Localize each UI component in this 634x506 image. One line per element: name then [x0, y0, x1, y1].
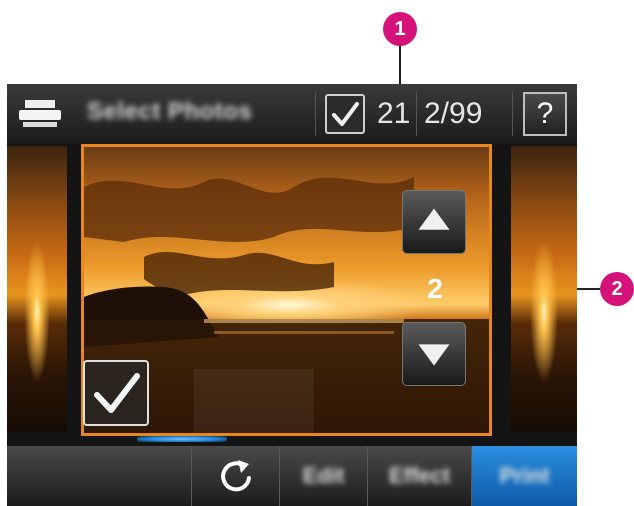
- copies-down-button[interactable]: [402, 322, 466, 386]
- rotate-icon: [220, 460, 251, 492]
- help-icon: ?: [536, 97, 554, 130]
- divider: [315, 92, 316, 136]
- checkmark-icon: [94, 373, 140, 413]
- next-photo-thumbnail[interactable]: [511, 146, 577, 432]
- callout-2-number: 2: [611, 277, 623, 300]
- printer-screen: Select Photos 21 2/99 ? 2 Edit Effect Pr…: [7, 84, 577, 506]
- scroll-indicator: [137, 436, 227, 442]
- bottom-bar: Edit Effect Print: [7, 446, 577, 506]
- arrow-up-icon: [418, 208, 450, 230]
- arrow-down-icon: [418, 344, 450, 366]
- previous-photo-thumbnail[interactable]: [7, 146, 67, 432]
- print-button-label: Print: [499, 463, 550, 488]
- selected-photos-count: 21: [377, 97, 411, 130]
- callout-1: 1: [383, 12, 417, 46]
- printer-icon[interactable]: [19, 100, 61, 128]
- edit-button-label: Edit: [302, 463, 345, 488]
- copies-count: 2: [427, 273, 443, 304]
- photo-position: 2/99: [424, 97, 483, 130]
- effect-button[interactable]: Effect: [367, 446, 471, 506]
- divider: [416, 92, 417, 136]
- print-button[interactable]: Print: [471, 446, 577, 506]
- callout-1-number: 1: [394, 17, 406, 40]
- edit-button[interactable]: Edit: [279, 446, 367, 506]
- divider: [512, 92, 513, 136]
- top-bar: Select Photos 21 2/99 ?: [7, 84, 577, 144]
- callout-2: 2: [600, 272, 634, 306]
- rotate-button[interactable]: [191, 446, 279, 506]
- help-button[interactable]: ?: [523, 92, 567, 136]
- screen-title: Select Photos: [87, 98, 253, 125]
- selected-checkmark-icon: [325, 94, 365, 134]
- copies-up-button[interactable]: [402, 190, 466, 254]
- effect-button-label: Effect: [388, 463, 451, 488]
- photo-select-checkbox[interactable]: [83, 360, 149, 426]
